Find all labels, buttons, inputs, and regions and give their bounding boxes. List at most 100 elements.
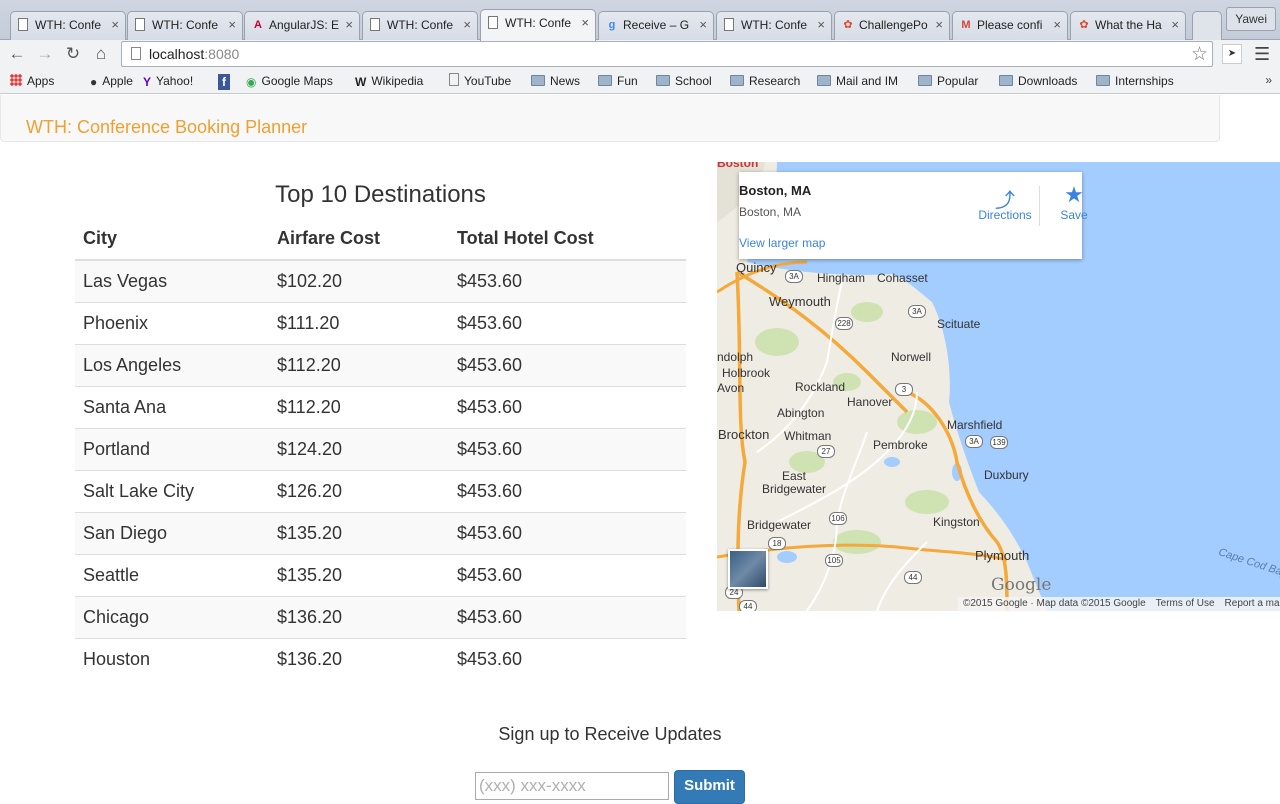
airfare-cell: $124.20 (269, 427, 449, 470)
tab-title: WTH: Confe (505, 16, 572, 30)
table-row: Seattle $135.20 $453.60 (75, 553, 686, 596)
terms-of-use-link[interactable]: Terms of Use (1151, 597, 1220, 611)
bookmark-label: Google Maps (261, 74, 333, 88)
bookmark-item[interactable]: Mail and IM (817, 73, 898, 89)
page-icon (449, 73, 459, 86)
hotel-cost-cell: $453.60 (449, 595, 686, 638)
airfare-cell: $126.20 (269, 469, 449, 512)
bookmark-item[interactable]: Apps (10, 73, 54, 89)
bookmark-item[interactable]: Fun (598, 73, 638, 89)
close-tab-icon[interactable]: × (345, 12, 353, 38)
table-row: Phoenix $111.20 $453.60 (75, 301, 686, 344)
route-shield: 44 (739, 600, 757, 611)
chrome-menu-icon[interactable]: ☰ (1254, 44, 1270, 65)
airfare-cell: $136.20 (269, 637, 449, 680)
map-label: Cohasset (877, 271, 928, 285)
address-bar[interactable]: localhost:8080 ☆ (121, 41, 1213, 67)
bookmark-item[interactable]: School (656, 73, 712, 89)
place-address: Boston, MA (739, 205, 802, 219)
browser-tab[interactable]: WTH: Confe × (480, 9, 596, 41)
view-larger-map-link[interactable]: View larger map (739, 236, 825, 250)
submit-button[interactable]: Submit (674, 770, 745, 804)
profile-button[interactable]: Yawei (1226, 7, 1276, 31)
directions-label: Directions (978, 208, 1032, 222)
close-tab-icon[interactable]: × (1053, 12, 1061, 38)
close-tab-icon[interactable]: × (581, 10, 589, 36)
doc-favicon-icon (724, 18, 734, 31)
reload-icon[interactable]: ↻ (62, 43, 84, 65)
extension-icon[interactable]: ➤ (1222, 44, 1242, 64)
browser-tab[interactable]: WTH: Confe × (10, 11, 126, 40)
route-shield: 3 (895, 383, 913, 396)
report-map-error-link[interactable]: Report a ma (1220, 597, 1280, 611)
folder-icon (1096, 75, 1110, 86)
map-label: Quincy (736, 260, 777, 275)
browser-tabstrip: WTH: Confe × WTH: Confe × A AngularJS: E × WTH:… (0, 0, 1280, 41)
home-icon[interactable]: ⌂ (90, 43, 112, 65)
city-cell: Chicago (75, 595, 269, 638)
phone-number-input[interactable] (475, 772, 669, 800)
airfare-cell: $135.20 (269, 511, 449, 554)
bookmark-item[interactable]: Y Yahoo! (143, 73, 193, 89)
browser-tab[interactable]: WTH: Confe × (716, 11, 832, 40)
city-cell: Santa Ana (75, 385, 269, 428)
route-shield: 228 (835, 317, 853, 330)
bookmark-item[interactable]: News (531, 73, 580, 89)
satellite-toggle-thumbnail[interactable] (728, 549, 768, 589)
table-header-row: City Airfare Cost Total Hotel Cost (75, 218, 686, 261)
city-cell: Portland (75, 427, 269, 470)
site-brand-link[interactable]: WTH: Conference Booking Planner (26, 117, 307, 138)
destinations-title: Top 10 Destinations (275, 181, 486, 208)
forward-arrow-icon[interactable]: → (34, 43, 56, 65)
bookmark-item[interactable]: f (218, 73, 235, 90)
wikipedia-icon: W (355, 75, 367, 89)
bookmark-label: YouTube (464, 74, 512, 88)
tab-title: What the Ha (1095, 18, 1162, 32)
apple-icon: ● (90, 75, 98, 89)
bookmark-item[interactable]: ◉ Google Maps (246, 73, 333, 89)
airfare-cell: $111.20 (269, 301, 449, 344)
save-place-button[interactable]: ★ Save (1049, 182, 1099, 222)
bookmark-item[interactable]: ● Apple (90, 73, 133, 89)
map-embed[interactable]: Quincy Hingham Cohasset Weymouth Scituat… (717, 162, 1280, 611)
bookmark-star-icon[interactable]: ☆ (1191, 43, 1208, 66)
close-tab-icon[interactable]: × (699, 12, 707, 38)
bookmark-item[interactable]: W Wikipedia (355, 73, 423, 89)
directions-button[interactable]: ⤴ Directions (977, 184, 1033, 222)
browser-tab[interactable]: WTH: Confe × (362, 11, 478, 40)
close-tab-icon[interactable]: × (111, 12, 119, 38)
bookmark-item[interactable]: Popular (918, 73, 978, 89)
close-tab-icon[interactable]: × (463, 12, 471, 38)
map-footer: ©2015 Google · Map data ©2015 Google Term… (958, 597, 1280, 611)
browser-tab[interactable]: g Receive – G × (598, 11, 714, 40)
bookmark-item[interactable]: YouTube (449, 73, 511, 89)
browser-tab[interactable]: A AngularJS: E × (244, 11, 360, 40)
browser-tab[interactable]: ✿ What the Ha × (1070, 11, 1186, 40)
bookmark-item[interactable]: Research (730, 73, 800, 89)
map-label: Duxbury (984, 468, 1029, 482)
address-url[interactable]: localhost:8080 (149, 46, 239, 62)
new-tab-button[interactable] (1192, 11, 1222, 40)
browser-tab[interactable]: M Please confi × (952, 11, 1068, 40)
route-shield: 3A (908, 305, 926, 318)
map-info-card: Boston, MA Boston, MA View larger map ⤴ … (739, 172, 1088, 259)
destinations-table: City Airfare Cost Total Hotel Cost Las V… (75, 218, 686, 680)
close-tab-icon[interactable]: × (935, 12, 943, 38)
close-tab-icon[interactable]: × (1171, 12, 1179, 38)
map-label: Rockland (795, 380, 846, 394)
bookmarks-overflow-icon[interactable]: » (1265, 73, 1272, 87)
bookmark-label: School (675, 74, 712, 88)
bookmark-item[interactable]: Downloads (999, 73, 1077, 89)
back-arrow-icon[interactable]: ← (6, 43, 28, 65)
close-tab-icon[interactable]: × (228, 12, 236, 38)
airfare-cell: $112.20 (269, 385, 449, 428)
close-tab-icon[interactable]: × (817, 12, 825, 38)
folder-icon (656, 75, 670, 86)
star-icon: ★ (1064, 182, 1084, 207)
page-icon (131, 47, 141, 60)
city-cell: Houston (75, 637, 269, 680)
browser-tab[interactable]: WTH: Confe × (127, 11, 243, 40)
bookmark-item[interactable]: Internships (1096, 73, 1174, 89)
browser-tab[interactable]: ✿ ChallengePo × (834, 11, 950, 40)
folder-icon (817, 75, 831, 86)
